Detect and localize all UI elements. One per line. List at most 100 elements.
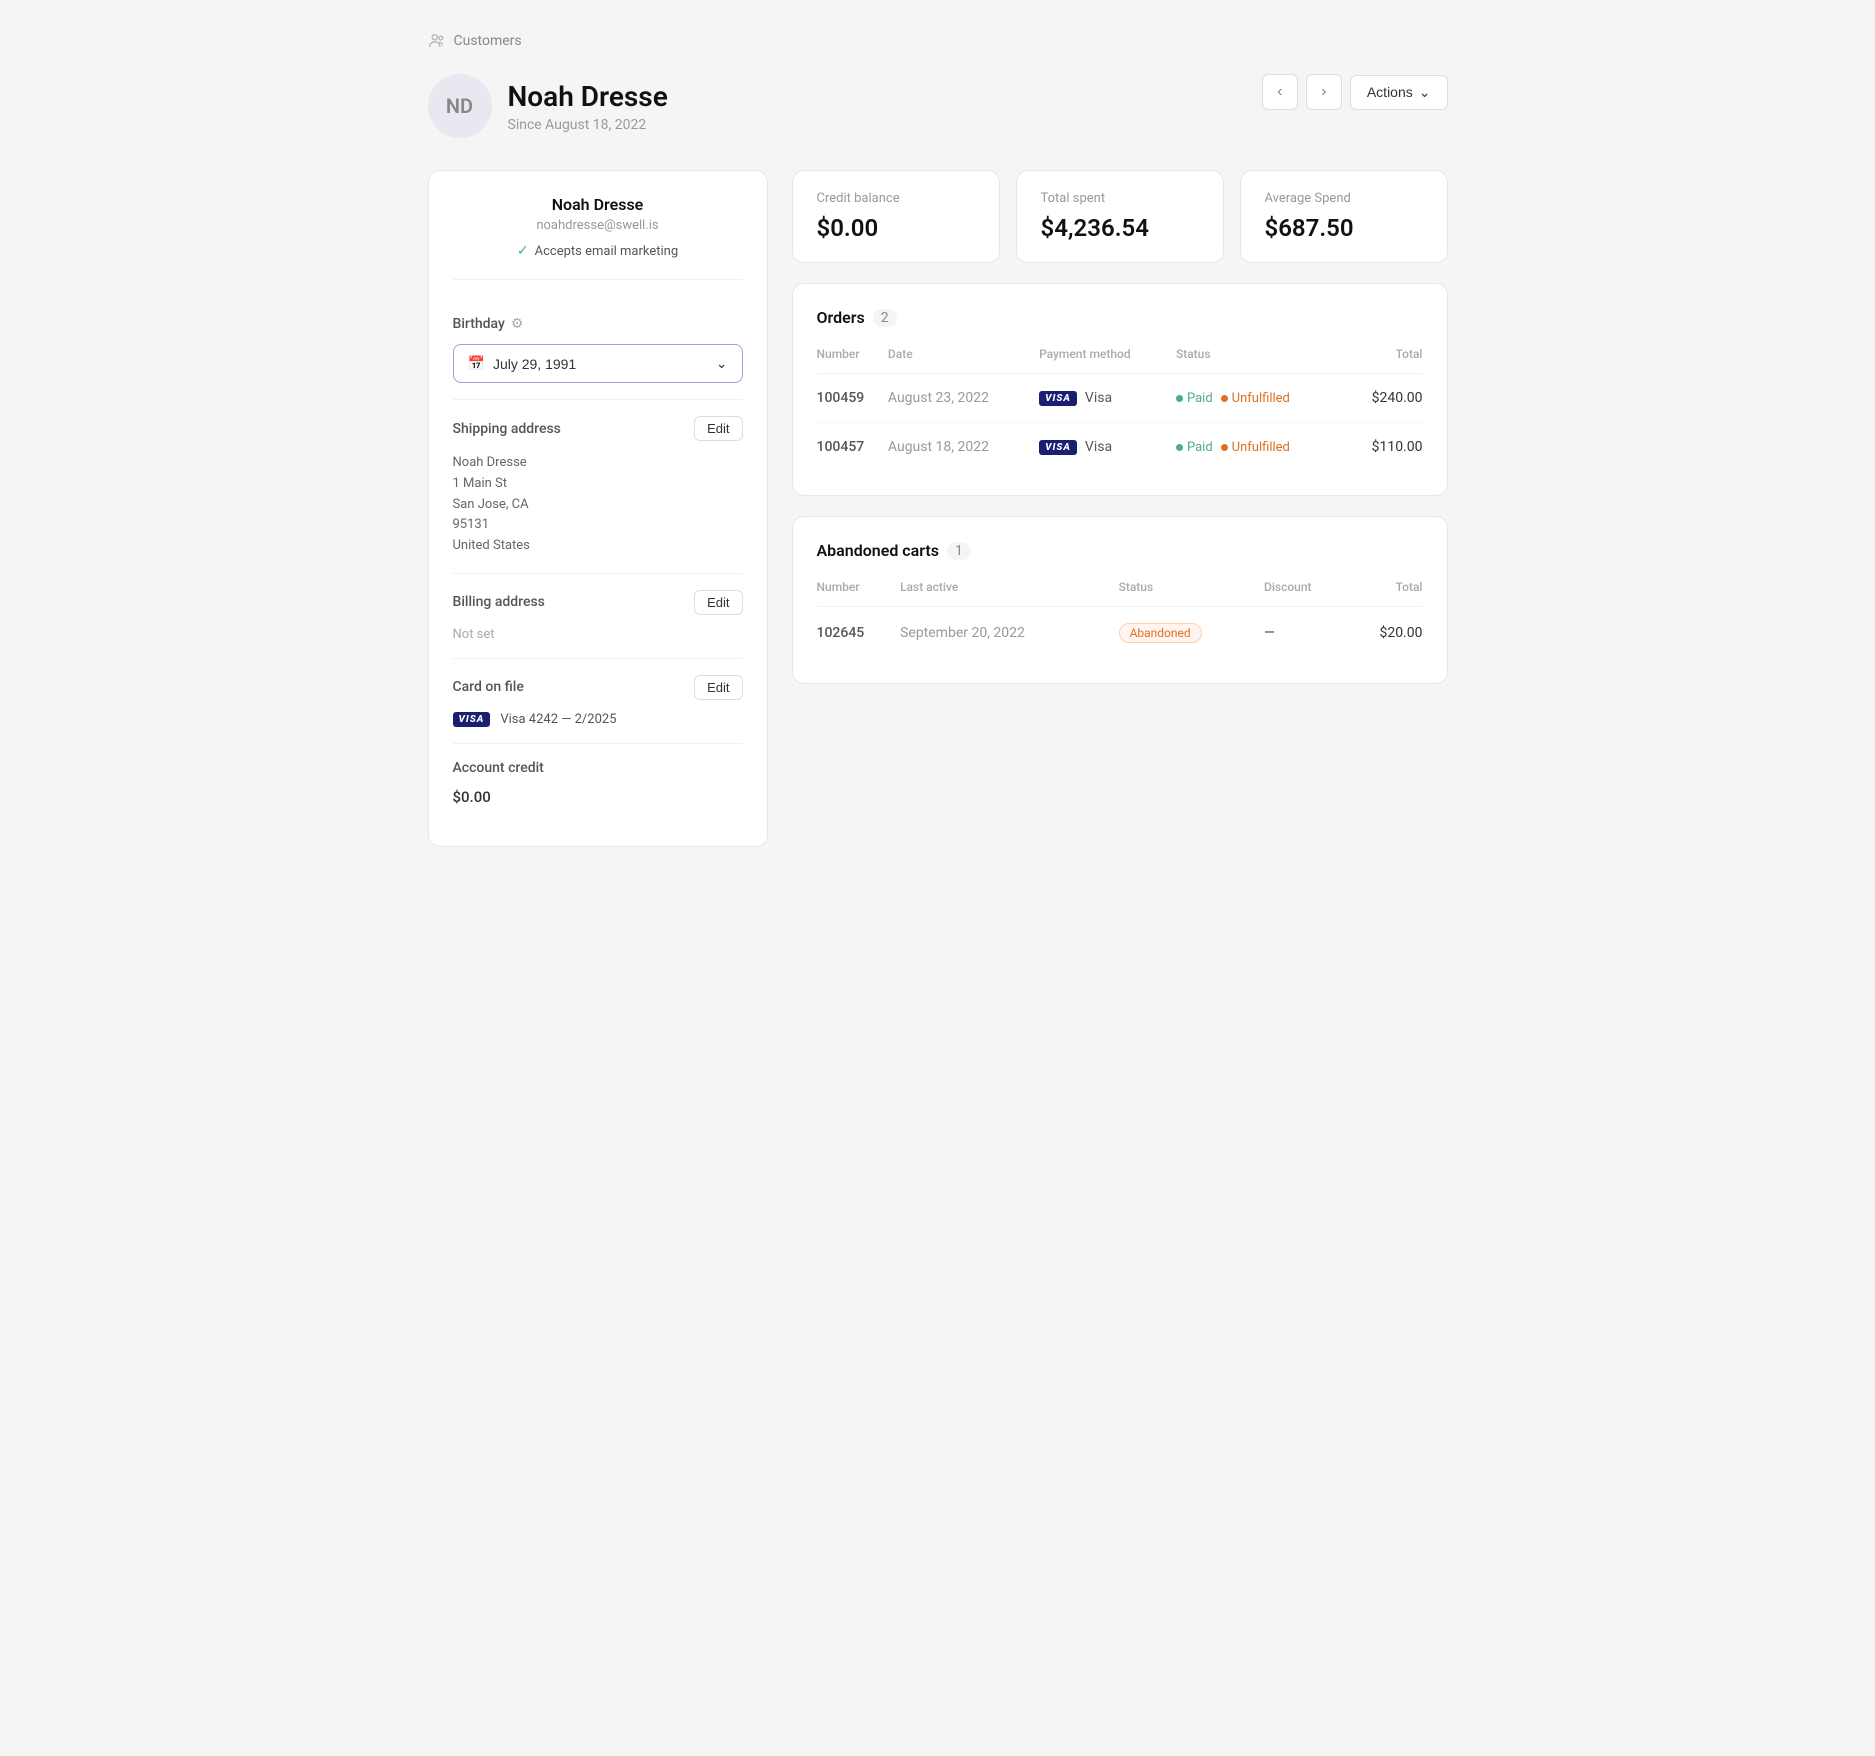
col-ac-discount: Discount	[1264, 580, 1347, 607]
orders-card: Orders 2 Number Date Payment method Stat…	[792, 283, 1448, 496]
orders-title: Orders	[817, 308, 865, 327]
customer-card-header: Noah Dresse noahdresse@swell.is ✓ Accept…	[453, 195, 743, 280]
shipping-line2: 1 Main St	[453, 474, 743, 495]
customer-since: Since August 18, 2022	[508, 117, 668, 133]
account-credit-title: Account credit	[453, 760, 544, 776]
cart-last-active: September 20, 2022	[900, 625, 1025, 641]
orders-table: Number Date Payment method Status Total …	[817, 347, 1423, 471]
card-number: Visa 4242 — 2/2025	[500, 712, 616, 727]
cart-status: Abandoned	[1119, 623, 1202, 643]
email-marketing: ✓ Accepts email marketing	[453, 243, 743, 259]
total-spent-label: Total spent	[1041, 191, 1199, 206]
card-edit-button[interactable]: Edit	[694, 675, 742, 700]
table-row[interactable]: 102645 September 20, 2022 Abandoned — $2…	[817, 607, 1423, 660]
shipping-label: Shipping address	[453, 421, 561, 437]
shipping-address-section: Shipping address Edit Noah Dresse 1 Main…	[453, 400, 743, 574]
col-payment: Payment method	[1039, 347, 1176, 374]
card-on-file-header: Card on file Edit	[453, 675, 743, 700]
average-spend-label: Average Spend	[1265, 191, 1423, 206]
average-spend-card: Average Spend $687.50	[1240, 170, 1448, 263]
abandoned-carts-count: 1	[947, 542, 971, 560]
credit-balance-label: Credit balance	[817, 191, 975, 206]
col-number: Number	[817, 347, 888, 374]
shipping-line4: 95131	[453, 515, 743, 536]
orders-count: 2	[873, 309, 897, 327]
billing-address-section: Billing address Edit Not set	[453, 574, 743, 659]
payment-label: Visa	[1085, 439, 1112, 455]
card-on-file-detail: VISA Visa 4242 — 2/2025	[453, 712, 743, 727]
abandoned-carts-card: Abandoned carts 1 Number Last active Sta…	[792, 516, 1448, 684]
abandoned-carts-table: Number Last active Status Discount Total…	[817, 580, 1423, 659]
order-number: 100459	[817, 390, 865, 406]
orders-header: Orders 2	[817, 308, 1423, 327]
next-button[interactable]: ›	[1306, 74, 1342, 110]
birthday-header: Birthday ⚙	[453, 316, 743, 332]
abandoned-carts-title: Abandoned carts	[817, 541, 940, 560]
shipping-address-header: Shipping address Edit	[453, 416, 743, 441]
payment-method: VISA Visa	[1039, 390, 1176, 406]
status-paid: Paid	[1176, 391, 1213, 406]
payment-label: Visa	[1085, 390, 1112, 406]
account-credit-label: Account credit	[453, 760, 544, 776]
billing-address-header: Billing address Edit	[453, 590, 743, 615]
shipping-address-title: Shipping address	[453, 421, 561, 437]
order-date: August 18, 2022	[888, 439, 989, 455]
status-unfulfilled: Unfulfilled	[1221, 391, 1290, 406]
visa-logo: VISA	[453, 712, 491, 727]
col-ac-total: Total	[1347, 580, 1422, 607]
gear-icon[interactable]: ⚙	[511, 316, 524, 332]
calendar-icon: 📅	[468, 355, 485, 372]
actions-button[interactable]: Actions ⌄	[1350, 75, 1448, 110]
prev-button[interactable]: ‹	[1262, 74, 1298, 110]
shipping-line3: San Jose, CA	[453, 495, 743, 516]
order-total: $110.00	[1346, 423, 1422, 472]
order-number: 100457	[817, 439, 865, 455]
shipping-edit-button[interactable]: Edit	[694, 416, 742, 441]
check-icon: ✓	[517, 243, 529, 259]
paid-dot	[1176, 395, 1183, 402]
status-badges: Paid Unfulfilled	[1176, 391, 1346, 406]
stats-row: Credit balance $0.00 Total spent $4,236.…	[792, 170, 1448, 263]
account-credit-section: Account credit $0.00	[453, 744, 743, 822]
account-credit-header: Account credit	[453, 760, 743, 776]
page-header: ND Noah Dresse Since August 18, 2022 ‹ ›…	[428, 74, 1448, 138]
birthday-select[interactable]: 📅 July 29, 1991 ⌄	[453, 344, 743, 383]
breadcrumb-label[interactable]: Customers	[454, 33, 522, 49]
paid-dot	[1176, 444, 1183, 451]
table-row[interactable]: 100459 August 23, 2022 VISA Visa Paid Un…	[817, 374, 1423, 423]
page-title: Noah Dresse	[508, 80, 668, 113]
birthday-section: Birthday ⚙ 📅 July 29, 1991 ⌄	[453, 300, 743, 400]
actions-label: Actions	[1367, 84, 1413, 100]
billing-not-set: Not set	[453, 627, 743, 642]
birthday-label: Birthday	[453, 316, 505, 332]
col-total: Total	[1346, 347, 1422, 374]
billing-edit-button[interactable]: Edit	[694, 590, 742, 615]
total-spent-value: $4,236.54	[1041, 214, 1199, 242]
card-on-file-title: Card on file	[453, 679, 524, 695]
visa-logo: VISA	[1039, 391, 1077, 406]
customer-card: Noah Dresse noahdresse@swell.is ✓ Accept…	[428, 170, 768, 847]
birthday-title: Birthday ⚙	[453, 316, 524, 332]
cart-discount: —	[1264, 607, 1347, 660]
birthday-value: July 29, 1991	[493, 356, 576, 372]
table-row[interactable]: 100457 August 18, 2022 VISA Visa Paid Un…	[817, 423, 1423, 472]
breadcrumb: Customers	[428, 32, 1448, 50]
shipping-line5: United States	[453, 536, 743, 557]
col-status: Status	[1176, 347, 1346, 374]
col-ac-last-active: Last active	[900, 580, 1118, 607]
credit-balance-card: Credit balance $0.00	[792, 170, 1000, 263]
status-badges: Paid Unfulfilled	[1176, 440, 1346, 455]
abandoned-carts-header: Abandoned carts 1	[817, 541, 1423, 560]
billing-label: Billing address	[453, 594, 545, 610]
chevron-left-icon: ‹	[1277, 83, 1282, 101]
average-spend-value: $687.50	[1265, 214, 1423, 242]
dropdown-icon: ⌄	[716, 355, 728, 372]
total-spent-card: Total spent $4,236.54	[1016, 170, 1224, 263]
order-date: August 23, 2022	[888, 390, 989, 406]
shipping-address-text: Noah Dresse 1 Main St San Jose, CA 95131…	[453, 453, 743, 557]
cart-number: 102645	[817, 625, 865, 641]
shipping-line1: Noah Dresse	[453, 453, 743, 474]
chevron-down-icon: ⌄	[1419, 84, 1431, 101]
col-date: Date	[888, 347, 1039, 374]
order-total: $240.00	[1346, 374, 1422, 423]
